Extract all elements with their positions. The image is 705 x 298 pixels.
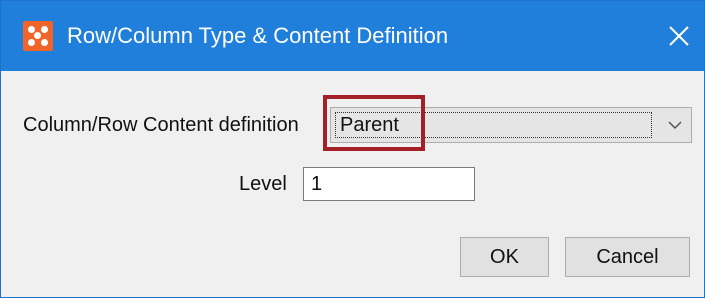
level-input[interactable]: 1 — [303, 167, 475, 201]
dialog-window: Row/Column Type & Content Definition Col… — [0, 0, 705, 298]
ok-button[interactable]: OK — [460, 237, 549, 277]
title-bar[interactable]: Row/Column Type & Content Definition — [1, 1, 704, 71]
dialog-title: Row/Column Type & Content Definition — [67, 23, 449, 48]
level-label: Level — [239, 173, 287, 195]
close-icon — [669, 26, 689, 46]
app-logo-icon — [23, 21, 53, 51]
highlight-box — [323, 95, 425, 151]
cancel-button[interactable]: Cancel — [565, 237, 690, 277]
content-definition-label: Column/Row Content definition — [23, 114, 299, 136]
level-value: 1 — [311, 173, 323, 195]
close-button[interactable] — [654, 1, 704, 71]
chevron-down-icon[interactable] — [667, 119, 683, 131]
dialog-content: Column/Row Content definition Parent Lev… — [1, 71, 704, 297]
